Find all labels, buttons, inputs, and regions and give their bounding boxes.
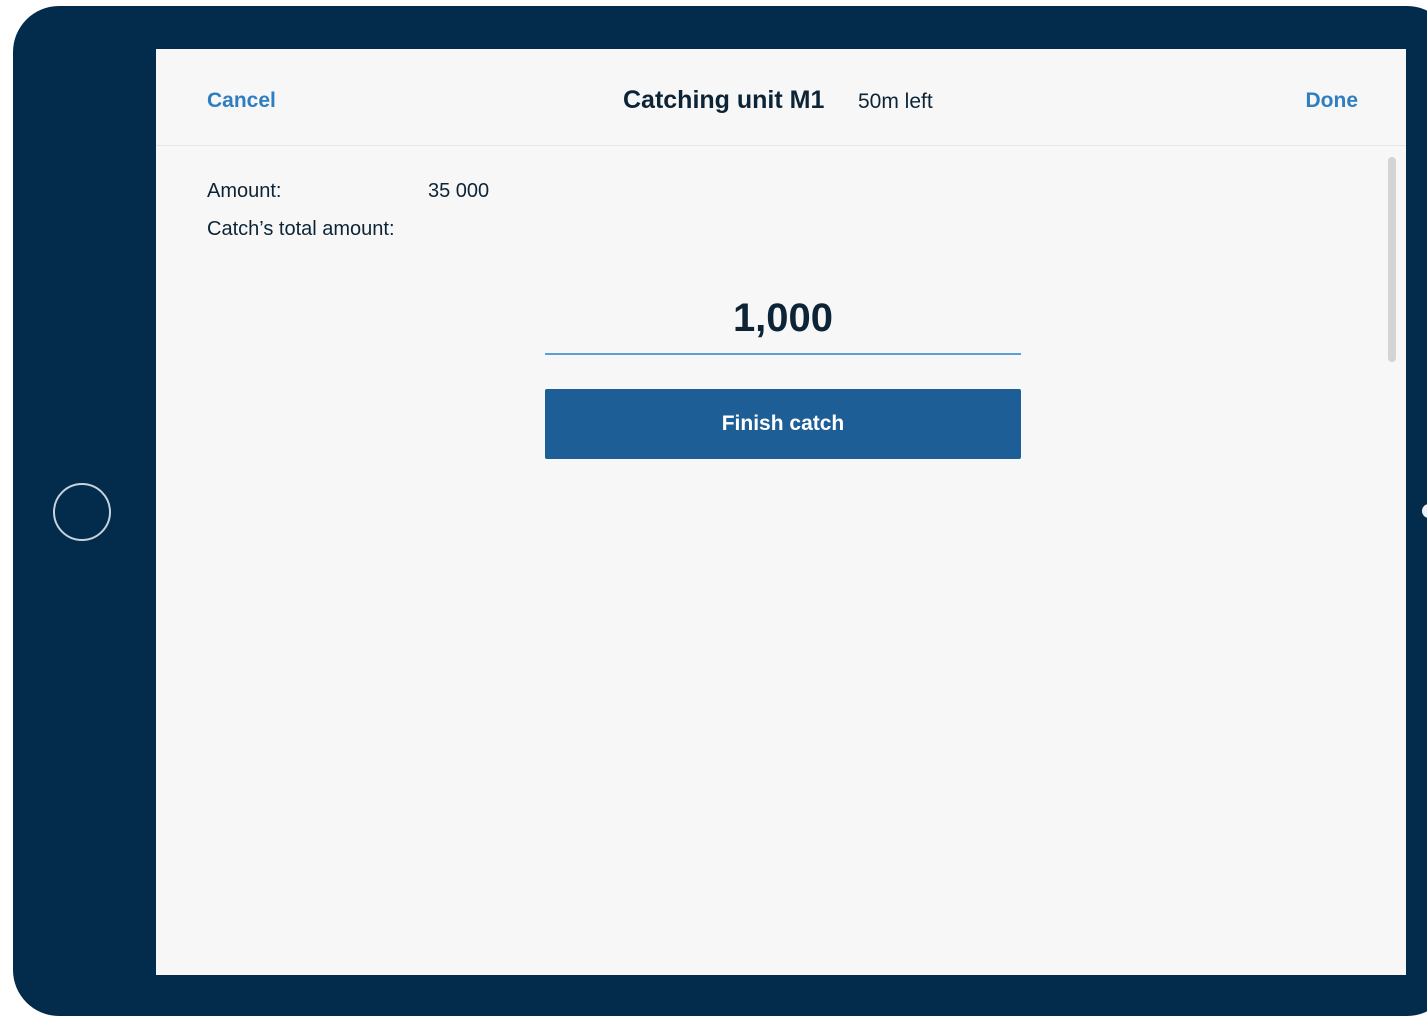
done-button[interactable]: Done: [1306, 89, 1359, 113]
page-title: Catching unit M1: [623, 86, 825, 114]
camera-dot: [1422, 504, 1427, 518]
cancel-button[interactable]: Cancel: [207, 89, 276, 113]
app-screen: Cancel Catching unit M1 50m left Done Am…: [156, 49, 1406, 975]
amount-value: 35 000: [428, 180, 490, 202]
scrollbar[interactable]: [1388, 157, 1396, 362]
quantity-input[interactable]: 1,000: [545, 285, 1021, 355]
tablet-frame: Cancel Catching unit M1 50m left Done Am…: [13, 6, 1427, 1016]
home-button[interactable]: [53, 483, 111, 541]
time-left-label: 50m left: [858, 90, 933, 113]
total-amount-label: Catch’s total amount:: [207, 218, 395, 240]
navigation-bar: Cancel Catching unit M1 50m left Done: [156, 49, 1406, 146]
finish-catch-button[interactable]: Finish catch: [545, 389, 1021, 459]
amount-label: Amount:: [207, 180, 282, 202]
